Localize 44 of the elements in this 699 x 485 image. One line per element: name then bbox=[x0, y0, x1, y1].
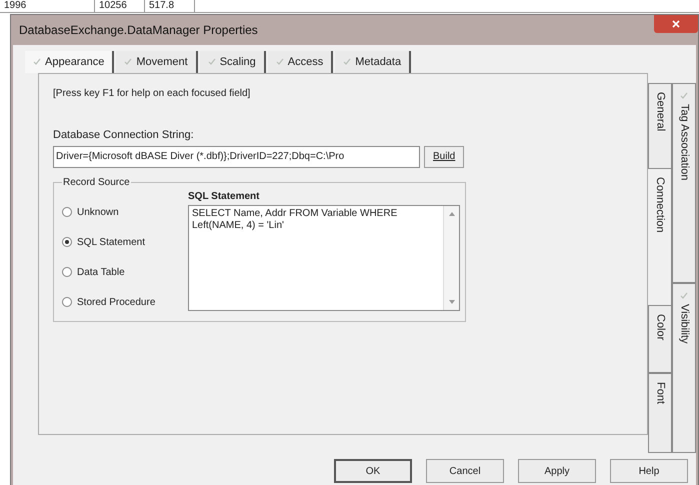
tab[interactable]: Movement bbox=[116, 51, 198, 73]
tab[interactable]: Appearance bbox=[25, 51, 114, 73]
scroll-bar[interactable] bbox=[443, 206, 459, 310]
tab[interactable]: Access bbox=[268, 51, 334, 73]
check-icon bbox=[680, 292, 688, 300]
tab[interactable]: Scaling bbox=[200, 51, 266, 73]
table-cell: 1996 bbox=[0, 0, 95, 12]
check-icon bbox=[33, 58, 41, 66]
check-icon bbox=[680, 92, 688, 100]
side-tab[interactable]: Font bbox=[648, 373, 672, 453]
side-tab[interactable]: Tag Association bbox=[672, 83, 696, 283]
build-button[interactable]: Build bbox=[424, 146, 464, 168]
tab[interactable]: Metadata bbox=[335, 51, 412, 73]
radio-option[interactable]: Stored Procedure bbox=[62, 294, 188, 310]
radio-button[interactable] bbox=[62, 297, 72, 307]
check-icon bbox=[276, 58, 284, 66]
radio-button[interactable] bbox=[62, 267, 72, 277]
field-label: Database Connection String: bbox=[53, 128, 195, 143]
field-label: SQL Statement bbox=[188, 190, 260, 204]
dialog-button[interactable]: OK bbox=[334, 459, 412, 483]
side-tab[interactable]: Visibility bbox=[672, 283, 696, 453]
side-tab[interactable]: General bbox=[648, 83, 672, 169]
sql-text-area[interactable]: SELECT Name, Addr FROM Variable WHERE Left(NAME, 4) = 'Lin' bbox=[188, 204, 460, 310]
table-cell: 517.8 bbox=[145, 0, 195, 12]
dialog-button[interactable]: Help bbox=[610, 459, 688, 483]
help-hint: [Press key F1 for help on each focused field] bbox=[53, 87, 252, 101]
scroll-up-icon[interactable] bbox=[448, 212, 454, 216]
close-icon bbox=[672, 20, 680, 28]
check-icon bbox=[343, 58, 352, 66]
check-icon bbox=[208, 58, 216, 66]
check-icon bbox=[124, 58, 132, 66]
close-button[interactable] bbox=[654, 15, 698, 33]
dialog-button[interactable]: Apply bbox=[518, 459, 596, 483]
radio-option[interactable]: SQL Statement bbox=[62, 234, 188, 250]
connection-string-field[interactable]: Driver={Microsoft dBASE Diver (*.dbf)};DriverID=227;Dbq=C:\Pro bbox=[53, 146, 420, 168]
radio-button[interactable] bbox=[62, 237, 72, 247]
window-title: DatabaseExchange.DataManager Properties bbox=[19, 22, 258, 39]
scroll-down-icon[interactable] bbox=[448, 300, 454, 304]
table-cell: 10256 bbox=[95, 0, 145, 12]
radio-button[interactable] bbox=[62, 207, 72, 217]
dialog-button[interactable]: Cancel bbox=[426, 459, 504, 483]
side-tab[interactable]: Color bbox=[648, 305, 672, 373]
radio-option[interactable]: Unknown bbox=[62, 204, 188, 220]
radio-option[interactable]: Data Table bbox=[62, 264, 188, 280]
